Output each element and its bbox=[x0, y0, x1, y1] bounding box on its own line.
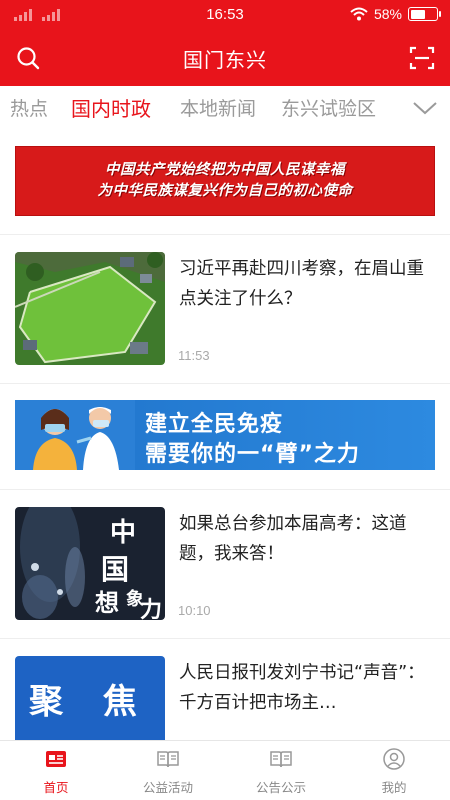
news-thumbnail bbox=[15, 252, 165, 365]
bottom-nav: 首页 公益活动 公告公示 我的 bbox=[0, 740, 450, 800]
tab-local-news[interactable]: 本地新闻 bbox=[180, 94, 256, 121]
nav-label: 首页 bbox=[43, 780, 69, 795]
banner-line-2: 为中华民族谋复兴作为自己的初心使命 bbox=[97, 183, 353, 199]
svg-text:力: 力 bbox=[140, 597, 162, 620]
news-item[interactable]: 聚 焦 人民日报刊发刘宁书记“声音”：千方百计把市场主… bbox=[0, 656, 450, 740]
tab-domestic-politics[interactable]: 国内时政 bbox=[71, 93, 151, 122]
news-thumbnail: 中 国 想 象 力 bbox=[15, 507, 165, 620]
tab-hot[interactable]: 热点 bbox=[10, 94, 48, 121]
vaccine-line-1: 建立全民免疫 bbox=[145, 412, 284, 437]
nav-home[interactable]: 首页 bbox=[0, 747, 112, 796]
news-title: 人民日报刊发刘宁书记“声音”：千方百计把市场主… bbox=[179, 663, 425, 713]
news-title: 如果总台参加本届高考：这道题，我来答！ bbox=[179, 514, 407, 564]
nav-mine[interactable]: 我的 bbox=[338, 747, 450, 796]
page-title: 国门东兴 bbox=[183, 48, 267, 72]
wifi-icon bbox=[350, 7, 368, 21]
news-time: 10:10 bbox=[178, 603, 211, 618]
vaccine-line-2: 需要你的一“臂”之力 bbox=[145, 442, 360, 467]
divider bbox=[0, 489, 450, 490]
book-icon bbox=[270, 751, 292, 768]
nav-public-welfare[interactable]: 公益活动 bbox=[112, 747, 224, 796]
book-icon bbox=[157, 751, 179, 768]
tab-dongxing-zone[interactable]: 东兴试验区 bbox=[281, 94, 376, 121]
battery-percent: 58% bbox=[373, 6, 402, 22]
scan-icon[interactable] bbox=[408, 44, 436, 72]
focus-thumb-text: 聚 焦 bbox=[29, 681, 151, 722]
app-header: 国门东兴 bbox=[0, 30, 450, 86]
svg-text:国: 国 bbox=[101, 553, 129, 586]
news-time: 11:53 bbox=[178, 348, 210, 363]
banner-line-1: 中国共产党始终把为中国人民谋幸福 bbox=[105, 162, 345, 178]
nav-notices[interactable]: 公告公示 bbox=[225, 747, 337, 796]
status-bar: 16:53 58% bbox=[0, 0, 450, 30]
svg-text:中: 中 bbox=[110, 518, 136, 548]
news-title: 习近平再赴四川考察，在眉山重点关注了什么？ bbox=[179, 259, 424, 309]
news-thumbnail: 聚 焦 bbox=[15, 656, 165, 740]
nav-label: 我的 bbox=[381, 780, 407, 795]
chevron-down-icon[interactable] bbox=[412, 98, 438, 118]
battery-icon bbox=[408, 7, 441, 21]
nav-label: 公益活动 bbox=[142, 780, 193, 795]
vaccine-banner[interactable]: 建立全民免疫 需要你的一“臂”之力 bbox=[15, 400, 435, 470]
category-tabs: 热点 国内时政 本地新闻 东兴试验区 bbox=[0, 86, 450, 130]
news-item[interactable]: 中 国 想 象 力 如果总台参加本届高考：这道题，我来答！ 10:10 bbox=[0, 507, 450, 621]
news-item[interactable]: 习近平再赴四川考察，在眉山重点关注了什么？ 11:53 bbox=[0, 252, 450, 366]
doctor-illustration bbox=[15, 400, 135, 470]
divider bbox=[0, 638, 450, 639]
divider bbox=[0, 234, 450, 235]
svg-text:想: 想 bbox=[95, 588, 119, 617]
news-icon bbox=[46, 751, 66, 767]
nav-label: 公告公示 bbox=[255, 780, 306, 795]
divider bbox=[0, 383, 450, 384]
user-icon bbox=[383, 748, 405, 770]
slogan-banner[interactable]: 中国共产党始终把为中国人民谋幸福 为中华民族谋复兴作为自己的初心使命 bbox=[15, 146, 435, 216]
